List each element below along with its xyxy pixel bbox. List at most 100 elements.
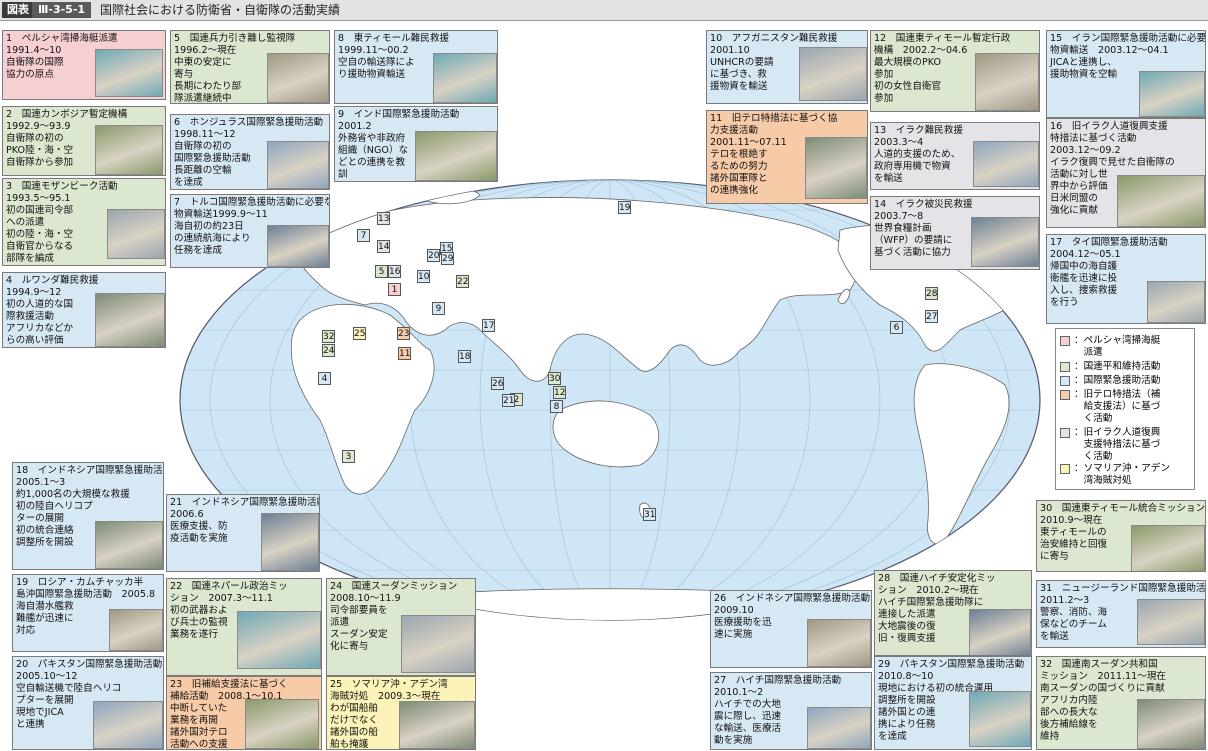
sumatra-photo	[807, 619, 871, 667]
activity-card-2: 2 国連カンボジア暫定機構 1992.9～93.9 自衛隊の初の PKO陸・海・空…	[2, 106, 166, 176]
card-title: 26 インドネシア国際緊急援助活動	[714, 593, 871, 604]
card-title: 4 ルワンダ難民救援	[6, 275, 99, 286]
activity-card-28: 28 国連ハイチ安定化ミッ ション 2010.2～現在 ハイチ国際緊急援助隊に 連…	[874, 570, 1032, 656]
card-title: 16 旧イラク人道復興支援 特措法に基づく活動	[1050, 121, 1168, 144]
activity-card-12: 12 国連東ティモール暫定行政 機構 2002.2～04.6 最大規模のPKO 参…	[870, 30, 1040, 112]
map-marker-7: 7	[357, 229, 370, 242]
activity-card-16: 16 旧イラク人道復興支援 特措法に基づく活動 2003.12～09.2 イラク復…	[1046, 118, 1206, 228]
nepal-photo	[237, 611, 321, 669]
activity-card-5: 5 国連兵力引き離し監視隊 1996.2～現在 中東の安定に 寄与 長期にわたり部…	[170, 30, 330, 104]
activity-card-14: 14 イラク被災民救援 2003.7～8 世界食糧計画 （WFP）の要請に 基づく…	[870, 196, 1040, 270]
afghan-photo	[799, 47, 867, 101]
card-title: 22 国連ネパール政治ミッ ション 2007.3～11.1	[170, 581, 288, 604]
iran-photo	[1139, 71, 1205, 117]
map-marker-4: 4	[318, 372, 331, 385]
map-marker-3: 3	[342, 450, 355, 463]
aceh-photo	[95, 521, 163, 569]
map-marker-23: 23	[397, 327, 410, 340]
map-marker-1: 1	[388, 283, 401, 296]
card-title: 19 ロシア・カムチャッカ半 島沖国際緊急援助活動 2005.8	[16, 577, 156, 600]
card-title: 24 国連スーダンミッション	[330, 581, 458, 592]
minustah-photo	[969, 609, 1031, 655]
thailand-photo	[1147, 281, 1205, 323]
map-marker-17: 17	[482, 319, 495, 332]
mozambique-photo	[107, 209, 165, 259]
activity-card-17: 17 タイ国際緊急援助活動 2004.12～05.1 帰国中の海自護 衛艦を迅速に…	[1046, 234, 1206, 324]
activity-card-19: 19 ロシア・カムチャッカ半 島沖国際緊急援助活動 2005.8 海自潜水艦救 難…	[12, 574, 164, 652]
map-marker-30: 30	[548, 372, 561, 385]
activity-card-8: 8 東ティモール難民救援 1999.11～00.2 空自の輸送隊によ り援助物資輸…	[334, 30, 498, 104]
supply-ship-photo	[245, 699, 319, 749]
south-sudan-photo	[1137, 699, 1205, 749]
kamchatka-photo	[109, 609, 163, 651]
map-marker-28: 28	[925, 287, 938, 300]
nz-photo	[1137, 599, 1205, 645]
india-photo	[415, 131, 497, 181]
untaet-photo	[975, 53, 1039, 111]
card-title: 9 インド国際緊急援助活動	[338, 109, 460, 120]
java-photo	[261, 513, 319, 571]
activity-card-4: 4 ルワンダ難民救援 1994.9～12 初の人道的な国 際救援活動 アフリカなど…	[2, 272, 166, 348]
map-marker-8: 8	[550, 400, 563, 413]
card-title: 21 インドネシア国際緊急援助活動	[170, 497, 320, 508]
cambodia-photo	[95, 125, 163, 175]
sudan-photo	[401, 615, 475, 673]
card-title: 1 ペルシャ湾掃海艇派遣	[6, 33, 118, 44]
map-marker-9: 9	[432, 302, 445, 315]
activity-card-18: 18 インドネシア国際緊急援助活動 2005.1～3 約1,000名の大規模な救援…	[12, 462, 164, 570]
activity-card-3: 3 国連モザンビーク活動 1993.5～95.1 初の国連司令部 への派遣 初の陸…	[2, 178, 166, 266]
map-marker-10: 10	[417, 270, 430, 283]
activity-card-15: 15 イラン国際緊急援助活動に必要な 物資輸送 2003.12～04.1 JICA…	[1046, 30, 1206, 118]
activity-card-31: 31 ニュージーランド国際緊急援助活動 2011.2～3 警察、消防、海 保などの…	[1036, 580, 1206, 648]
card-title: 11 旧テロ特措法に基づく協 力支援活動	[710, 113, 838, 136]
activity-card-1: 1 ペルシャ湾掃海艇派遣 1991.4～10 自衛隊の国際 協力の原点	[2, 30, 166, 100]
card-title: 28 国連ハイチ安定化ミッ ション 2010.2～現在	[878, 573, 996, 596]
haiti-medical-photo	[807, 707, 871, 749]
activity-card-27: 27 ハイチ国際緊急援助活動 2010.1～2 ハイチでの大地 震に際し、迅速 な…	[710, 672, 872, 750]
turkey-photo	[267, 225, 329, 267]
card-title: 32 国連南スーダン共和国 ミッション 2011.11～現在	[1040, 659, 1167, 682]
card-title: 10 アフガニスタン難民救援	[710, 33, 838, 44]
wfp-photo	[971, 217, 1039, 267]
map-marker-21: 21	[502, 394, 515, 407]
map-marker-29: 29	[441, 252, 454, 265]
activity-card-32: 32 国連南スーダン共和国 ミッション 2011.11～現在 南スーダンの国づくり…	[1036, 656, 1206, 750]
card-title: 5 国連兵力引き離し監視隊	[174, 33, 296, 44]
map-marker-16: 16	[388, 265, 401, 278]
card-title: 31 ニュージーランド国際緊急援助活動	[1040, 583, 1206, 594]
map-marker-18: 18	[458, 350, 471, 363]
card-title: 13 イラク難民救援	[874, 125, 963, 136]
legend: ：ペルシャ湾掃海艇 派遣 ：国連平和維持活動 ：国際緊急援助活動 ：旧テロ特措法…	[1055, 328, 1195, 490]
honduras-photo	[267, 141, 329, 189]
activity-card-23: 23 旧補給支援法に基づく 補給活動 2008.1～10.1 中断していた 業務を…	[166, 676, 322, 750]
map-marker-6: 6	[890, 321, 903, 334]
iraq-children-photo	[1117, 175, 1205, 227]
card-title: 6 ホンジュラス国際緊急援助活動	[174, 117, 324, 128]
map-marker-26: 26	[491, 377, 504, 390]
map-marker-20: 20	[427, 249, 440, 262]
card-title: 27 ハイチ国際緊急援助活動	[714, 675, 842, 686]
card-title: 29 パキスタン国際緊急援助活動	[878, 659, 1025, 670]
activity-card-11: 11 旧テロ特措法に基づく協 力支援活動 2001.11～07.11 テロを根絶す…	[706, 110, 868, 204]
activity-card-9: 9 インド国際緊急援助活動 2001.2 外務省や非政府 組織（NGO）な どとの…	[334, 106, 498, 182]
activity-card-20: 20 パキスタン国際緊急援助活動 2005.10～12 空自輸送機で陸自ヘリコ プ…	[12, 656, 164, 750]
map-marker-19: 19	[618, 201, 631, 214]
activity-card-24: 24 国連スーダンミッション 2008.10～11.9 司令部要員を 派遣 スーダ…	[326, 578, 476, 676]
card-title: 2 国連カンボジア暫定機構	[6, 109, 128, 120]
card-title: 30 国連東ティモール統合ミッション	[1040, 503, 1206, 514]
activity-card-6: 6 ホンジュラス国際緊急援助活動 1998.11～12 自衛隊の初の 国際緊急援助…	[170, 114, 330, 190]
escort-photo	[399, 701, 475, 749]
map-marker-13: 13	[377, 212, 390, 225]
pakistan-heli-photo	[93, 701, 163, 749]
card-title: 18 インドネシア国際緊急援助活動	[16, 465, 164, 476]
rwanda-photo	[95, 293, 165, 347]
map-marker-14: 14	[377, 240, 390, 253]
map-marker-25: 25	[353, 327, 366, 340]
unmit-photo	[1131, 525, 1205, 571]
card-title: 20 パキスタン国際緊急援助活動	[16, 659, 163, 670]
card-title: 8 東ティモール難民救援	[338, 33, 450, 44]
activity-card-25: 25 ソマリア沖・アデン湾 海賊対処 2009.3～現在 わが国船舶 だけでなく …	[326, 676, 476, 750]
map-marker-5: 5	[375, 265, 388, 278]
iraq-refugee-photo	[973, 141, 1039, 187]
card-title: 17 タイ国際緊急援助活動	[1050, 237, 1168, 248]
